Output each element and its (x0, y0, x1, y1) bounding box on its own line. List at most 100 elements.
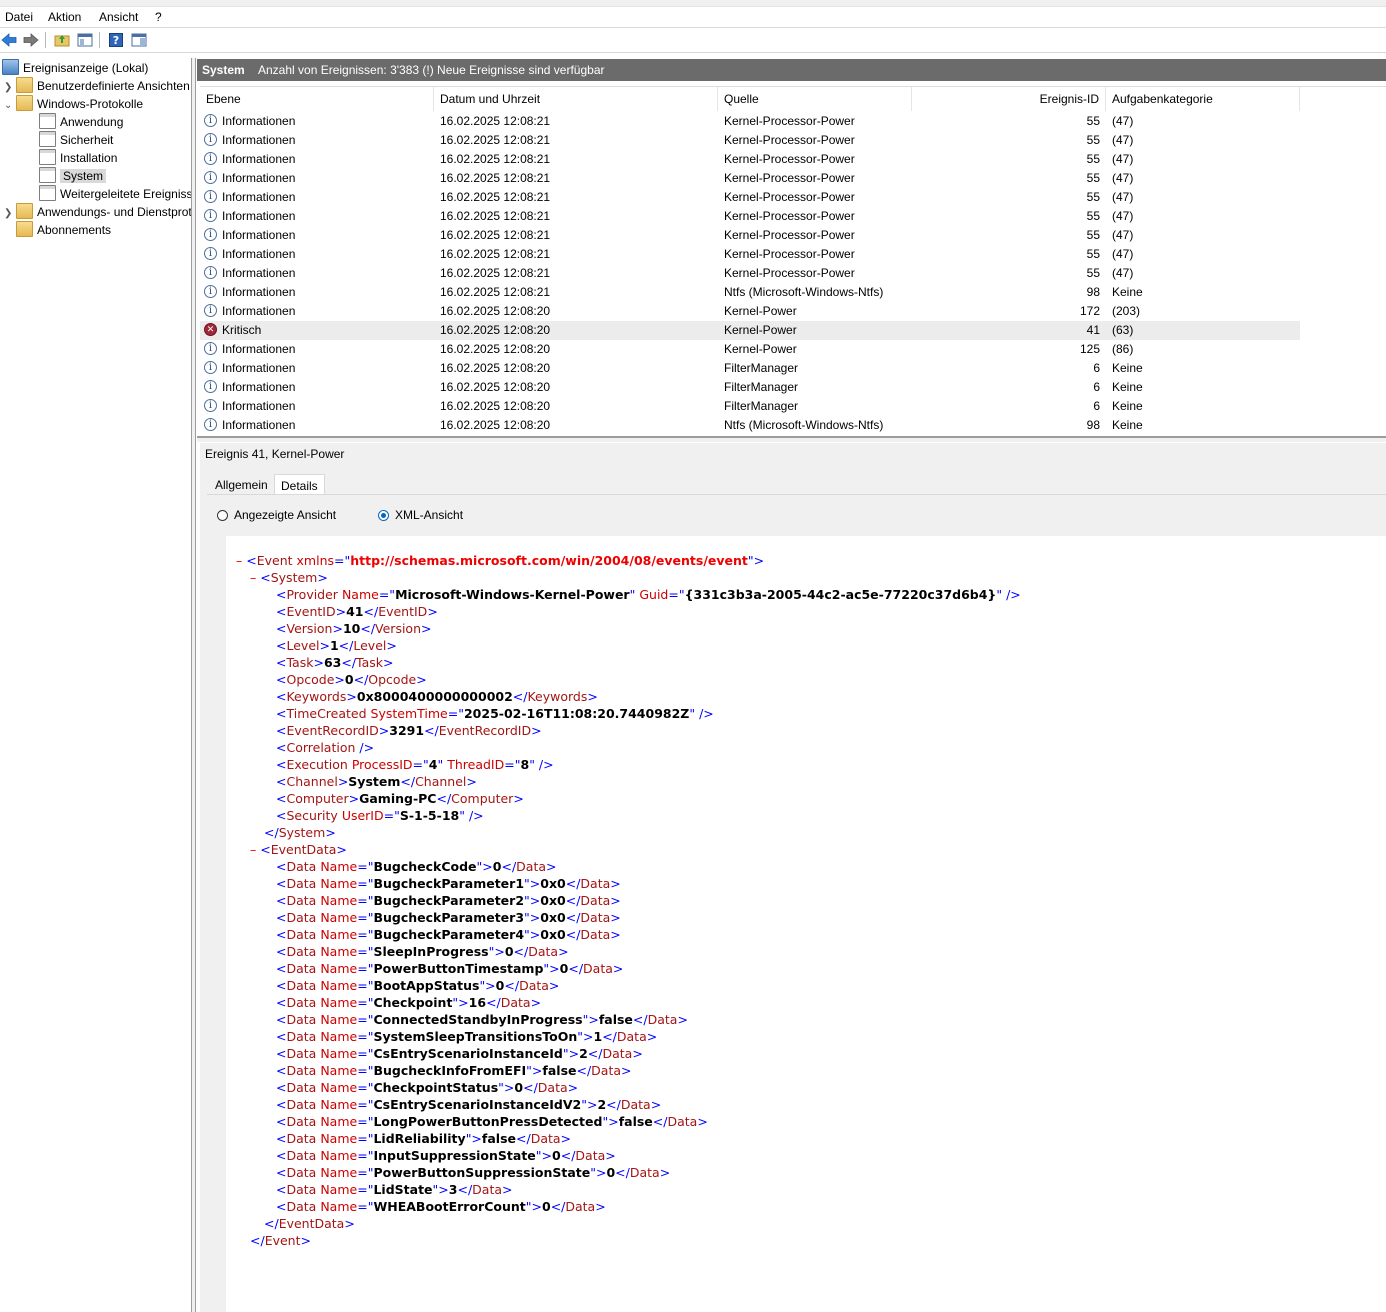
xml-tag-name: Task (286, 655, 314, 670)
table-row[interactable]: i Informationen 16.02.2025 12:08:21 Kernel-… (200, 226, 1300, 245)
menu-aktion[interactable]: Aktion (48, 10, 81, 24)
table-row[interactable]: i Informationen 16.02.2025 12:08:21 Kernel-… (200, 131, 1300, 150)
table-row[interactable]: i Informationen 16.02.2025 12:08:21 Ntfs (M… (200, 283, 1300, 302)
tree-item-system[interactable]: System (39, 167, 107, 185)
table-row[interactable]: i Informationen 16.02.2025 12:08:21 Kernel-… (200, 150, 1300, 169)
xml-data-name: BugcheckInfoFromEFI (373, 1063, 527, 1078)
table-row[interactable]: ✕ Kritisch 16.02.2025 12:08:20 Kernel-Power… (200, 321, 1300, 340)
radio-unchecked-icon (217, 510, 228, 521)
table-row[interactable]: i Informationen 16.02.2025 12:08:21 Kernel-… (200, 207, 1300, 226)
tree-item-app-service-logs[interactable]: ❯ Anwendungs- und Dienstprotokolle (4, 203, 191, 221)
xml-value: 41 (346, 604, 364, 619)
xml-data-field: <Data Name="BugcheckParameter2">0x0</Dat… (276, 893, 621, 908)
table-row[interactable]: i Informationen 16.02.2025 12:08:20 Kernel-… (200, 302, 1300, 321)
cell-level: Informationen (222, 266, 296, 280)
tree-item-anwendung[interactable]: Anwendung (39, 113, 123, 131)
log-icon (39, 185, 56, 201)
forward-arrow-icon[interactable] (22, 31, 40, 49)
menu-datei[interactable]: Datei (5, 10, 33, 24)
column-header-datum[interactable]: Datum und Uhrzeit (434, 87, 718, 111)
xml-data-name: InputSuppressionState (373, 1148, 536, 1163)
xml-data-field: <Data Name="LongPowerButtonPressDetected… (276, 1114, 708, 1129)
xml-value: S-1-5-18 (399, 808, 460, 823)
chevron-right-icon[interactable]: ❯ (4, 205, 16, 223)
tab-details[interactable]: Details (274, 474, 325, 495)
tree-item-installation[interactable]: Installation (39, 149, 117, 167)
xml-data-field: <Data Name="BootAppStatus">0</Data> (276, 978, 560, 993)
xml-data-name: ConnectedStandbyInProgress (373, 1012, 583, 1027)
table-row[interactable]: i Informationen 16.02.2025 12:08:21 Kernel-… (200, 112, 1300, 131)
console-tree-icon[interactable] (76, 31, 94, 49)
chevron-down-icon[interactable]: ⌄ (4, 97, 16, 115)
menu-help[interactable]: ? (155, 10, 162, 24)
collapse-icon[interactable]: – (250, 570, 256, 585)
table-row[interactable]: i Informationen 16.02.2025 12:08:21 Kernel-… (200, 264, 1300, 283)
cell-datetime: 16.02.2025 12:08:20 (440, 304, 551, 318)
folder-up-icon[interactable] (53, 31, 71, 49)
info-icon: i (204, 266, 217, 279)
radio-label: XML-Ansicht (395, 508, 464, 522)
tree-item-root[interactable]: Ereignisanzeige (Lokal) (2, 59, 148, 77)
cell-level: Informationen (222, 418, 296, 432)
table-row[interactable]: i Informationen 16.02.2025 12:08:20 Ntfs (M… (200, 416, 1300, 435)
action-pane-icon[interactable] (130, 31, 148, 49)
table-row[interactable]: i Informationen 16.02.2025 12:08:21 Kernel-… (200, 169, 1300, 188)
help-icon[interactable]: ? (107, 31, 125, 49)
xml-data-name: BootAppStatus (373, 978, 480, 993)
vertical-splitter[interactable] (191, 58, 196, 1312)
tree-label: Windows-Protokolle (37, 97, 144, 111)
horizontal-splitter[interactable] (197, 436, 1386, 442)
xml-data-field: <Data Name="BugcheckParameter4">0x0</Dat… (276, 927, 621, 942)
radio-friendly-view[interactable]: Angezeigte Ansicht (217, 507, 336, 523)
collapse-icon[interactable]: – (250, 842, 256, 857)
menu-ansicht[interactable]: Ansicht (99, 10, 138, 24)
xml-value: 0 (514, 1080, 524, 1095)
tree-item-custom-views[interactable]: ❯ Benutzerdefinierte Ansichten (4, 77, 190, 95)
xml-value: 63 (323, 655, 342, 670)
tree-item-subscriptions[interactable]: Abonnements (16, 221, 111, 239)
tab-allgemein[interactable]: Allgemein (209, 474, 274, 495)
tree-item-forwarded-events[interactable]: Weitergeleitete Ereignisse (39, 185, 191, 203)
column-header-aufgabenkategorie[interactable]: Aufgabenkategorie (1106, 87, 1300, 111)
table-row[interactable]: i Informationen 16.02.2025 12:08:20 Kernel-… (200, 340, 1300, 359)
radio-xml-view[interactable]: XML-Ansicht (378, 507, 463, 523)
table-row[interactable]: i Informationen 16.02.2025 12:08:20 FilterM… (200, 397, 1300, 416)
info-icon: i (204, 114, 217, 127)
column-header-quelle[interactable]: Quelle (718, 87, 912, 111)
xml-value: 16 (468, 995, 487, 1010)
cell-datetime: 16.02.2025 12:08:21 (440, 190, 551, 204)
xml-tag-name: Version (286, 621, 333, 636)
back-arrow-icon[interactable] (0, 31, 18, 49)
xml-data-field: <Data Name="CsEntryScenarioInstanceIdV2"… (276, 1097, 662, 1112)
tree-label: Sicherheit (60, 133, 114, 147)
xml-eventrecordid: <EventRecordID>3291</EventRecordID> (276, 723, 542, 738)
column-label: Ereignis-ID (1039, 92, 1099, 106)
xml-view[interactable]: – <Event xmlns="http://schemas.microsoft… (226, 536, 1386, 1312)
cell-datetime: 16.02.2025 12:08:20 (440, 380, 551, 394)
event-grid: Ebene Datum und Uhrzeit Quelle Ereignis-… (200, 86, 1386, 437)
xml-data-field: <Data Name="BugcheckParameter1">0x0</Dat… (276, 876, 621, 891)
xml-data-name: LidState (373, 1182, 433, 1197)
column-header-ereignis-id[interactable]: Ereignis-ID (912, 87, 1106, 111)
xml-system-field: <Opcode>0</Opcode> (276, 672, 427, 687)
cell-level: Informationen (222, 399, 296, 413)
table-row[interactable]: i Informationen 16.02.2025 12:08:20 FilterM… (200, 378, 1300, 397)
xml-value: System (348, 774, 401, 789)
cell-level: Informationen (222, 285, 296, 299)
column-header-ebene[interactable]: Ebene (200, 87, 434, 111)
tree-item-sicherheit[interactable]: Sicherheit (39, 131, 113, 149)
table-row[interactable]: i Informationen 16.02.2025 12:08:21 Kernel-… (200, 188, 1300, 207)
xml-system-field: <Keywords>0x8000400000000002</Keywords> (276, 689, 598, 704)
xml-data-field: <Data Name="PowerButtonSuppressionState"… (276, 1165, 671, 1180)
table-row[interactable]: i Informationen 16.02.2025 12:08:20 FilterM… (200, 359, 1300, 378)
cell-event-id: 55 (1086, 114, 1100, 128)
xml-value: 0 (552, 1148, 561, 1163)
xml-value: 0x8000400000000002 (356, 689, 513, 704)
tree-item-windows-logs[interactable]: ⌄ Windows-Protokolle (4, 95, 143, 113)
xml-tag-name: Version (375, 621, 421, 636)
table-row[interactable]: i Informationen 16.02.2025 12:08:21 Kernel-… (200, 245, 1300, 264)
cell-task-category: Keine (1112, 399, 1143, 413)
cell-level: Kritisch (222, 323, 262, 337)
collapse-icon[interactable]: – (236, 553, 242, 568)
tree-label: Anwendungs- und Dienstprotokolle (37, 205, 191, 219)
